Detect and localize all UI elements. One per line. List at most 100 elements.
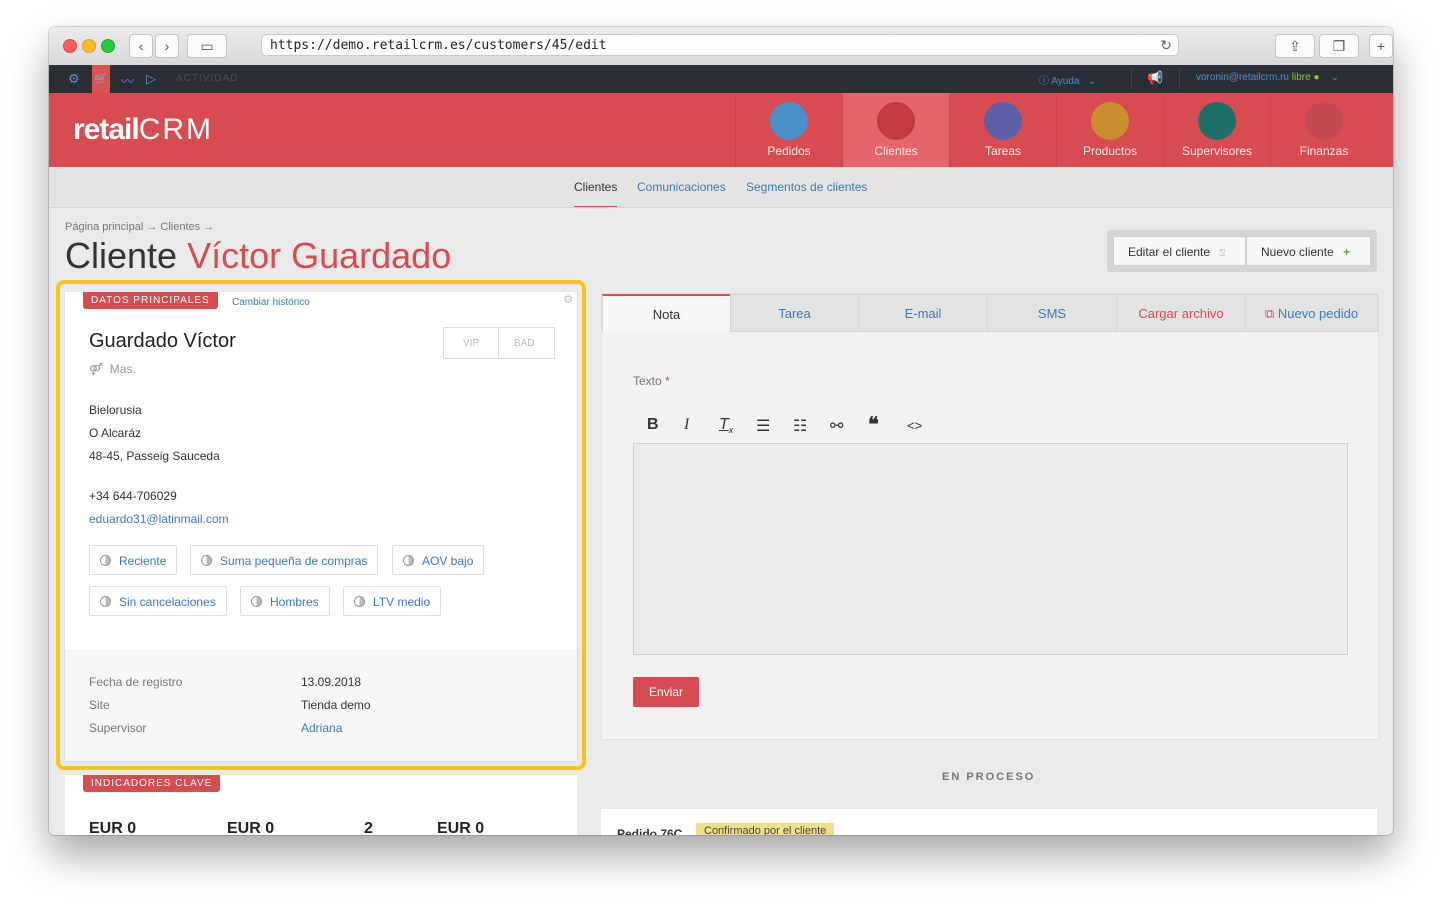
main-header: retailCRM Pedidos Clientes Tareas Productos… (49, 93, 1393, 167)
system-bar: ⚙ 🛒 〰 ▷ ACTIVIDAD ⓘ Ayuda ⌄ 📢 voronin@re… (49, 65, 1393, 93)
tab-nota[interactable]: Nota (602, 294, 731, 332)
box-icon (1091, 102, 1129, 140)
order-number[interactable]: Pedido 76C (617, 827, 682, 835)
subnav-item-comunicaciones[interactable]: Comunicaciones (637, 180, 726, 194)
share-icon[interactable]: ⇪ (1275, 34, 1315, 58)
order-row[interactable]: Pedido 76C Confirmado por el cliente (601, 809, 1377, 835)
title-prefix: Cliente (65, 235, 178, 276)
tab-cargar-archivo[interactable]: Cargar archivo (1116, 294, 1246, 332)
online-dot-icon: ● (1313, 72, 1320, 83)
field-label-text: Texto (633, 374, 662, 388)
in-process-heading: EN PROCESO (942, 771, 1036, 783)
tab-sms[interactable]: SMS (987, 294, 1117, 332)
bullet-list-icon[interactable]: ☰ (756, 416, 770, 436)
settings-gear-icon[interactable]: ⚙ (68, 71, 80, 87)
note-textarea[interactable] (633, 443, 1348, 655)
customer-name-title: Víctor Guardado (187, 235, 452, 276)
user-status: libre (1291, 72, 1311, 83)
address-bar[interactable]: https://demo.retailcrm.es/customers/45/e… (261, 34, 1179, 56)
url-text: https://demo.retailcrm.es/customers/45/e… (270, 38, 607, 53)
tabs-overview-icon[interactable]: ❐ (1319, 34, 1359, 58)
kpi-value: EUR 0 (89, 820, 137, 835)
nav-item-label: Supervisores (1181, 144, 1253, 158)
kpi-card: INDICADORES CLAVE EUR 0 EUR 0 2 EUR 0 (65, 775, 577, 835)
plus-icon: + (1343, 245, 1351, 259)
nav-item-finanzas[interactable]: Finanzas (1270, 93, 1377, 167)
edit-customer-label: Editar el cliente (1128, 245, 1211, 259)
close-window-button[interactable] (63, 39, 77, 53)
reload-icon[interactable]: ↻ (1160, 35, 1172, 57)
section-tag-indicadores: INDICADORES CLAVE (83, 775, 221, 792)
nav-item-tareas[interactable]: Tareas (949, 93, 1056, 167)
edit-icon: ⍂ (1219, 248, 1226, 259)
send-button[interactable]: Enviar (633, 677, 699, 707)
text-field-label: Texto * (633, 374, 670, 388)
new-customer-label: Nuevo cliente (1261, 245, 1334, 259)
cart-icon[interactable]: 🛒 (92, 65, 110, 93)
link-icon[interactable]: ⚯ (830, 416, 843, 436)
logo-crm-text: CRM (138, 113, 214, 146)
user-email: voronin@retailcrm.ru (1196, 72, 1289, 83)
new-tab-icon[interactable]: + (1369, 34, 1393, 58)
browser-toolbar: ‹ › ▭ https://demo.retailcrm.es/customer… (49, 27, 1393, 66)
action-buttons: Editar el cliente ⍂ Nuevo cliente + (1107, 230, 1377, 272)
supervisor-icon (1198, 102, 1236, 140)
breadcrumb[interactable]: Página principal → Clientes → (65, 221, 214, 233)
nav-item-label: Clientes (874, 144, 918, 158)
nav-item-supervisores[interactable]: Supervisores (1163, 93, 1270, 167)
divider (1179, 69, 1180, 89)
megaphone-icon[interactable]: 📢 (1147, 70, 1163, 86)
quote-icon[interactable]: ❝ (868, 412, 879, 437)
communication-panel: Nota Tarea E-mail SMS Cargar archivo ⧉ N… (601, 293, 1379, 740)
kpi-value: 2 (364, 820, 373, 835)
external-link-icon: ⧉ (1264, 306, 1275, 321)
nav-item-label: Productos (1082, 144, 1138, 158)
required-mark: * (665, 374, 670, 388)
chat-icon (984, 102, 1022, 140)
cart-icon (770, 102, 808, 140)
sub-navigation: Clientes Comunicaciones Segmentos de cli… (49, 167, 1393, 208)
bold-icon[interactable]: B (647, 416, 659, 434)
help-link[interactable]: ⓘ Ayuda ⌄ (1039, 72, 1096, 87)
sidebar-toggle-icon[interactable]: ▭ (187, 34, 227, 58)
italic-icon[interactable]: I (684, 416, 689, 434)
divider (1131, 69, 1132, 89)
tab-tarea[interactable]: Tarea (730, 294, 859, 332)
focus-highlight (56, 280, 586, 770)
back-icon[interactable]: ‹ (129, 34, 153, 58)
subnav-item-clientes[interactable]: Clientes (574, 180, 618, 207)
page-title: Cliente Víctor Guardado (65, 235, 451, 277)
zoom-window-button[interactable] (101, 39, 115, 53)
minimize-window-button[interactable] (82, 39, 96, 53)
numbered-list-icon[interactable]: ☷ (793, 416, 807, 436)
browser-window: ‹ › ▭ https://demo.retailcrm.es/customer… (49, 27, 1393, 835)
clear-format-icon[interactable]: Tx (719, 416, 733, 435)
nav-item-label: Tareas (984, 144, 1022, 158)
subnav-item-segmentos[interactable]: Segmentos de clientes (746, 180, 867, 194)
code-icon[interactable]: <> (907, 418, 922, 433)
tab-nuevo-pedido[interactable]: ⧉ Nuevo pedido (1245, 294, 1378, 332)
nav-item-pedidos[interactable]: Pedidos (735, 93, 842, 167)
new-customer-button[interactable]: Nuevo cliente + (1246, 236, 1371, 266)
tab-nuevo-pedido-label: Nuevo pedido (1277, 306, 1359, 321)
retailcrm-logo[interactable]: retailCRM (73, 113, 213, 147)
analytics-icon[interactable]: 〰 (121, 71, 134, 90)
person-icon (877, 102, 915, 140)
logo-text: retail (73, 113, 140, 146)
nav-item-clientes[interactable]: Clientes (842, 93, 949, 167)
edit-customer-button[interactable]: Editar el cliente ⍂ (1113, 236, 1246, 266)
forward-icon[interactable]: › (155, 34, 179, 58)
play-icon[interactable]: ▷ (146, 71, 156, 87)
kpi-value: EUR 0 (227, 820, 275, 835)
nav-item-label: Pedidos (767, 144, 811, 158)
help-label: Ayuda (1051, 76, 1080, 87)
user-menu[interactable]: voronin@retailcrm.ru libre ● ⌄ (1196, 72, 1339, 83)
nav-item-productos[interactable]: Productos (1056, 93, 1163, 167)
panel-tabs: Nota Tarea E-mail SMS Cargar archivo ⧉ N… (602, 294, 1378, 332)
nav-item-label: Finanzas (1299, 144, 1349, 158)
tab-email[interactable]: E-mail (858, 294, 988, 332)
activity-label[interactable]: ACTIVIDAD (176, 73, 238, 84)
finance-icon (1305, 102, 1343, 140)
kpi-value: EUR 0 (437, 820, 485, 835)
order-status-badge: Confirmado por el cliente (696, 823, 835, 835)
